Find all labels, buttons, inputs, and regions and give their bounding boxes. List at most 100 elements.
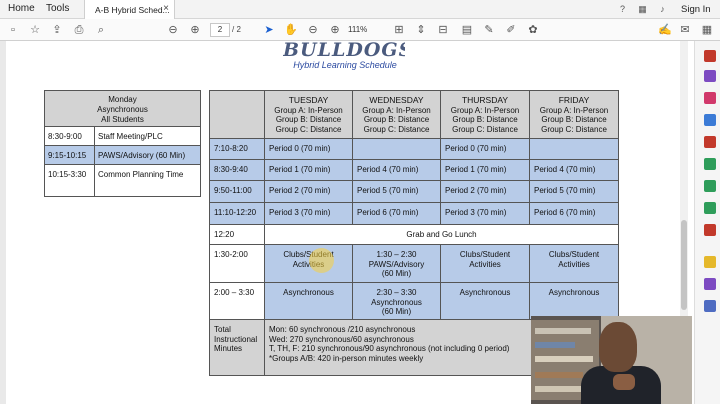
lunch-cell: Grab and Go Lunch (265, 225, 618, 245)
page-number-input[interactable]: 2 (210, 23, 230, 37)
scroll-mode-icon[interactable]: ⇕ (414, 23, 428, 37)
row-desc: PAWS/Advisory (60 Min) (98, 151, 186, 160)
header-friday: FRIDAY Group A: In-Person Group B: Dista… (530, 91, 618, 139)
school-logo: BULLDOGS (283, 42, 405, 60)
row-desc: Common Planning Time (98, 170, 184, 179)
close-tab-icon[interactable]: × (163, 3, 169, 14)
shield-icon[interactable] (704, 300, 716, 312)
header-tuesday: TUESDAY Group A: In-Person Group B: Dist… (265, 91, 353, 139)
stamp-icon[interactable]: ✿ (526, 23, 540, 37)
monday-group: All Students (101, 115, 144, 124)
row-time: 9:15-10:15 (48, 151, 87, 160)
async-cell: Asynchronous (265, 283, 353, 320)
table-row: 8:30-9:00 Staff Meeting/PLC (45, 127, 200, 146)
clubs-time-cell: 1:30-2:00 (210, 245, 265, 283)
header-thursday: THURSDAY Group A: In-Person Group B: Dis… (441, 91, 530, 139)
tools-icon[interactable]: ⊟ (436, 23, 450, 37)
time-cell: 7:10-8:20 (210, 139, 265, 160)
grid-icon[interactable]: ▦ (636, 3, 649, 16)
page-down-icon[interactable]: ⊕ (188, 23, 202, 37)
bookmark-star-icon[interactable]: ☆ (28, 23, 42, 37)
document-tab-title: A-B Hybrid Sched... (95, 5, 170, 15)
page-up-icon[interactable]: ⊖ (166, 23, 180, 37)
monday-table: Monday Asynchronous All Students 8:30-9:… (44, 90, 201, 197)
optimize-icon[interactable] (704, 224, 716, 236)
async-cell: Asynchronous (530, 283, 618, 320)
row-time: 10:15-3:30 (48, 170, 87, 179)
row-time: 8:30-9:00 (48, 132, 82, 141)
protect-icon[interactable] (704, 202, 716, 214)
export-pdf-icon[interactable] (704, 50, 716, 62)
period-cell: Period 1 (70 min) (441, 160, 530, 181)
menu-home[interactable]: Home (8, 3, 35, 14)
create-pdf-icon[interactable] (704, 70, 716, 82)
highlight-icon[interactable]: ✐ (504, 23, 518, 37)
period-cell (353, 139, 441, 160)
period-cell: Period 0 (70 min) (441, 139, 530, 160)
row-desc: Staff Meeting/PLC (98, 132, 163, 141)
hand-tool-icon[interactable]: ✋ (284, 23, 298, 37)
period-cell: Period 0 (70 min) (265, 139, 353, 160)
period-cell: Period 6 (70 min) (353, 203, 441, 225)
comment-tool-icon[interactable] (704, 114, 716, 126)
schedule-subtitle: Hybrid Learning Schedule (293, 60, 397, 70)
more-icon[interactable]: ▦ (700, 23, 714, 37)
period-cell: Period 3 (70 min) (265, 203, 353, 225)
edit-pdf-icon[interactable] (704, 92, 716, 104)
period-cell (530, 139, 618, 160)
header-wednesday: WEDNESDAY Group A: In-Person Group B: Di… (353, 91, 441, 139)
save-icon[interactable]: ▫ (6, 23, 20, 37)
upload-icon[interactable]: ⇪ (50, 23, 64, 37)
period-cell: Period 4 (70 min) (353, 160, 441, 181)
search-icon[interactable]: ⌕ (94, 23, 108, 37)
mail-icon[interactable]: ✉ (678, 23, 692, 37)
table-row: 9:15-10:15 PAWS/Advisory (60 Min) (45, 146, 200, 165)
period-cell: Period 2 (70 min) (265, 181, 353, 203)
fill-sign-icon[interactable] (704, 256, 716, 268)
monday-mode: Asynchronous (97, 105, 148, 114)
period-cell: Period 3 (70 min) (441, 203, 530, 225)
sign-in-link[interactable]: Sign In (681, 4, 711, 15)
monday-day: Monday (108, 95, 137, 104)
table-row: 10:15-3:30 Common Planning Time (45, 165, 200, 196)
total-label-cell: Total Instructional Minutes (210, 320, 265, 375)
webcam-video (531, 316, 692, 404)
select-cursor-icon[interactable]: ➤ (262, 23, 276, 37)
combine-files-icon[interactable] (704, 136, 716, 148)
period-cell: Period 5 (70 min) (353, 181, 441, 203)
send-icon[interactable] (704, 278, 716, 290)
fit-page-icon[interactable]: ⊞ (392, 23, 406, 37)
organize-pages-icon[interactable] (704, 158, 716, 170)
bell-icon[interactable]: ♪ (656, 3, 669, 16)
monday-header: Monday Asynchronous All Students (45, 91, 200, 127)
period-cell: Period 6 (70 min) (530, 203, 618, 225)
period-cell: Period 2 (70 min) (441, 181, 530, 203)
lunch-time-cell: 12:20 (210, 225, 265, 245)
zoom-out-icon[interactable]: ⊖ (306, 23, 320, 37)
async-time-cell: 2:00 – 3:30 (210, 283, 265, 320)
menu-bar: Home Tools A-B Hybrid Sched... × ? ▦ ♪ S… (0, 0, 720, 19)
zoom-level-select[interactable]: 111% (348, 23, 386, 37)
time-cell: 11:10-12:20 (210, 203, 265, 225)
redact-icon[interactable] (704, 180, 716, 192)
clubs-cell: Clubs/StudentActivities (441, 245, 530, 283)
clubs-cell: Clubs/StudentActivities (530, 245, 618, 283)
sign-icon[interactable]: ✍ (658, 23, 672, 37)
period-cell: Period 1 (70 min) (265, 160, 353, 181)
page-total: / 2 (232, 25, 241, 34)
help-icon[interactable]: ? (616, 3, 629, 16)
advisory-cell: 1:30 – 2:30 PAWS/Advisory (60 Min) (353, 245, 441, 283)
async-cell: 2:30 – 3:30 Asynchronous (60 Min) (353, 283, 441, 320)
pen-icon[interactable]: ✎ (482, 23, 496, 37)
comment-icon[interactable]: ▤ (460, 23, 474, 37)
print-icon[interactable]: ⎙ (72, 23, 86, 37)
document-tab[interactable]: A-B Hybrid Sched... × (84, 0, 175, 19)
zoom-in-icon[interactable]: ⊕ (328, 23, 342, 37)
corner-cell (210, 91, 265, 139)
toolbar: ▫ ☆ ⇪ ⎙ ⌕ ⊖ ⊕ 2 / 2 ➤ ✋ ⊖ ⊕ 111% ⊞ ⇕ ⊟ ▤… (0, 19, 720, 41)
scrollbar-thumb[interactable] (681, 220, 687, 310)
async-cell: Asynchronous (441, 283, 530, 320)
period-cell: Period 5 (70 min) (530, 181, 618, 203)
menu-tools[interactable]: Tools (46, 3, 69, 14)
cursor-highlight (309, 248, 334, 273)
